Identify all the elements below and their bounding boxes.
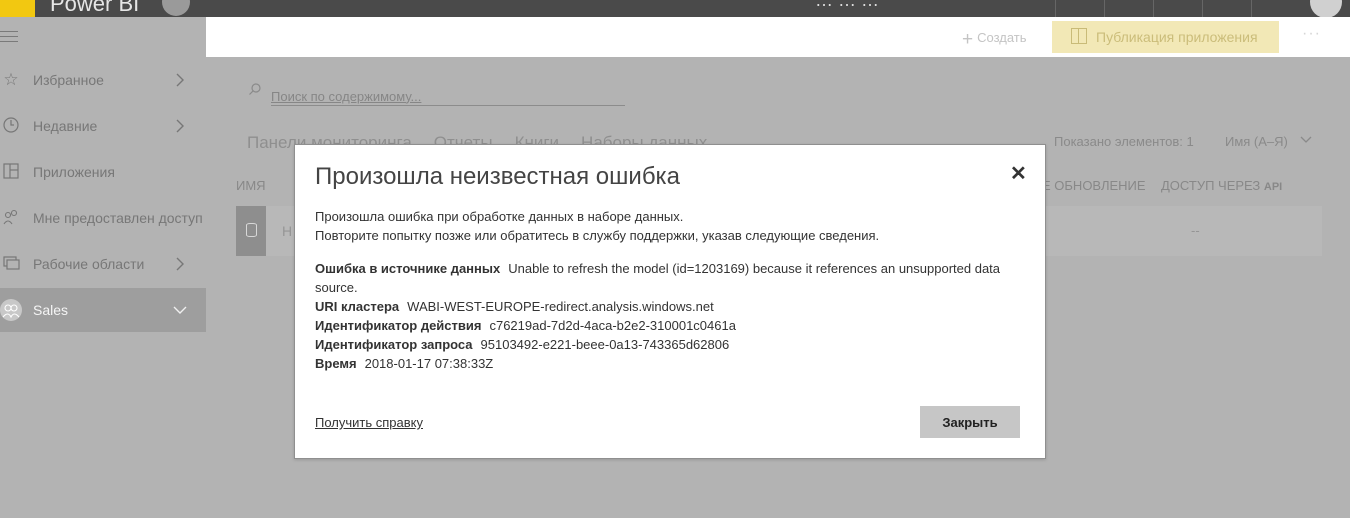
download-button[interactable] — [1153, 0, 1202, 17]
app-title[interactable]: Power BI — [50, 0, 139, 17]
chevron-down-icon — [173, 306, 187, 314]
nav-item-shared[interactable]: Мне предоставлен доступ — [0, 196, 206, 240]
toolbar: + Создать Публикация приложения ··· — [206, 17, 1350, 57]
plus-icon: + — [962, 29, 974, 50]
group-icon — [0, 299, 22, 321]
dataset-icon — [236, 206, 266, 256]
nav-item-label: Приложения — [33, 164, 115, 180]
api-label: API — [1263, 181, 1283, 193]
star-icon: ☆ — [3, 70, 19, 89]
hamburger-menu-icon[interactable] — [0, 31, 18, 43]
publish-app-label: Публикация приложения — [1096, 29, 1258, 45]
nav-item-apps[interactable]: Приложения — [0, 150, 206, 194]
left-nav: ☆ Избранное Недавние Приложения Мне пред… — [0, 17, 206, 518]
detail-value: 2018-01-17 07:38:33Z — [364, 356, 494, 371]
detail-value: c76219ad-7d2d-4aca-b2e2-310001c0461a — [489, 318, 736, 333]
detail-key: Идентификатор запроса — [315, 337, 473, 352]
workspace-badge-icon[interactable] — [162, 0, 190, 16]
detail-data-source-error: Ошибка в источнике данных Unable to refre… — [315, 259, 1025, 297]
clock-icon — [1, 116, 21, 136]
nav-item-label: Избранное — [33, 72, 104, 88]
dialog-title: Произошла неизвестная ошибка — [315, 163, 680, 190]
search-icon — [249, 83, 261, 95]
top-bar: Power BI … … … — [0, 0, 1350, 17]
detail-key: Ошибка в источнике данных — [315, 261, 501, 276]
nav-item-sales[interactable]: Sales — [0, 288, 206, 332]
nav-item-label: Рабочие области — [33, 256, 145, 272]
close-button[interactable]: Закрыть — [920, 406, 1020, 438]
error-message-line1: Произошла ошибка при обработке данных в … — [315, 209, 684, 224]
search-input[interactable] — [271, 87, 625, 106]
detail-key: Идентификатор действия — [315, 318, 482, 333]
sort-select[interactable]: Имя (А–Я) — [1225, 134, 1312, 149]
column-header-access[interactable]: ДОСТУП ЧЕРЕЗ API — [1161, 178, 1282, 193]
shown-count: Показано элементов: 1 — [1054, 134, 1194, 149]
error-message-line2: Повторите попытку позже или обратитесь в… — [315, 228, 880, 243]
workspaces-icon — [1, 254, 21, 274]
nav-item-label: Мне предоставлен доступ — [33, 210, 203, 226]
chevron-right-icon — [176, 119, 184, 133]
detail-key: URI кластера — [315, 299, 400, 314]
publish-app-icon — [1071, 28, 1087, 44]
nav-item-workspaces[interactable]: Рабочие области — [0, 242, 206, 286]
nav-item-recent[interactable]: Недавние — [0, 104, 206, 148]
column-header-name[interactable]: ИМЯ — [236, 178, 266, 193]
chevron-right-icon — [176, 257, 184, 271]
top-bar-text: … … … — [815, 0, 880, 10]
chevron-right-icon — [176, 73, 184, 87]
sort-label: Имя (А–Я) — [1225, 134, 1288, 149]
publish-app-button[interactable]: Публикация приложения — [1052, 21, 1279, 53]
app-launcher-button[interactable] — [0, 0, 35, 17]
detail-value: 95103492-e221-beee-0a13-743365d62806 — [480, 337, 730, 352]
detail-time: Время 2018-01-17 07:38:33Z — [315, 354, 1025, 373]
feedback-button[interactable] — [1251, 0, 1300, 17]
notifications-button[interactable] — [1055, 0, 1104, 17]
detail-request-id: Идентификатор запроса 95103492-e221-beee-… — [315, 335, 1025, 354]
close-icon[interactable]: ✕ — [1010, 161, 1027, 186]
more-options-button[interactable]: ··· — [1302, 25, 1321, 43]
help-button[interactable] — [1202, 0, 1251, 17]
error-dialog: Произошла неизвестная ошибка ✕ Произошла… — [294, 144, 1046, 459]
column-header-updated[interactable]: Е ОБНОВЛЕНИЕ — [1042, 178, 1146, 193]
access-label: ДОСТУП ЧЕРЕЗ — [1161, 178, 1261, 193]
detail-cluster-uri: URI кластера WABI-WEST-EUROPE-redirect.an… — [315, 297, 1025, 316]
row-name[interactable]: Н — [282, 223, 292, 239]
get-help-link[interactable]: Получить справку — [315, 415, 423, 430]
nav-item-label: Sales — [33, 302, 69, 318]
create-button[interactable]: + Создать — [962, 29, 1027, 51]
row-access: -- — [1191, 223, 1200, 238]
create-label: Создать — [977, 30, 1027, 45]
nav-item-favorites[interactable]: ☆ Избранное — [0, 58, 206, 102]
apps-icon — [1, 162, 21, 182]
detail-key: Время — [315, 356, 357, 371]
settings-button[interactable] — [1104, 0, 1153, 17]
detail-value: WABI-WEST-EUROPE-redirect.analysis.windo… — [407, 299, 714, 314]
nav-item-label: Недавние — [33, 118, 98, 134]
detail-activity-id: Идентификатор действия c76219ad-7d2d-4aca… — [315, 316, 1025, 335]
shared-icon — [1, 208, 21, 228]
avatar[interactable] — [1310, 0, 1342, 17]
chevron-down-icon — [1300, 136, 1311, 143]
